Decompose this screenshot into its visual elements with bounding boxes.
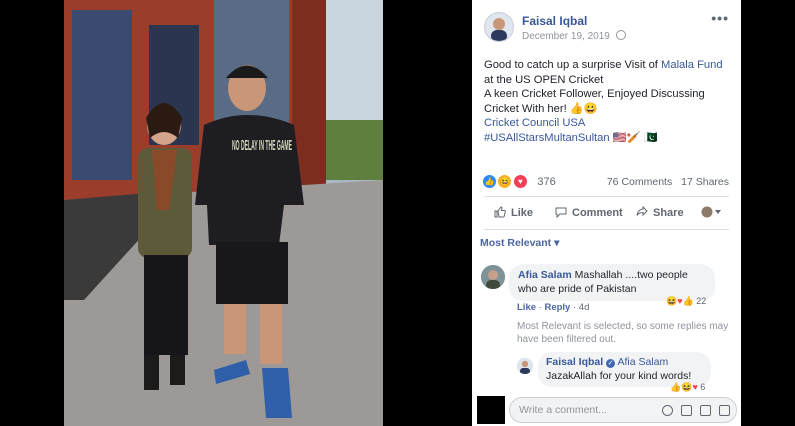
love-reaction-icon: ♥ bbox=[692, 382, 698, 392]
gif-icon[interactable] bbox=[700, 405, 711, 416]
haha-reaction-icon: 😆 bbox=[497, 174, 513, 190]
filter-note: Most Relevant is selected, so some repli… bbox=[517, 321, 729, 345]
post-meta: December 19, 2019 bbox=[522, 30, 626, 42]
malala-fund-link[interactable]: Malala Fund bbox=[661, 59, 723, 71]
divider bbox=[484, 196, 729, 197]
page-link[interactable]: Cricket Council USA bbox=[484, 117, 585, 129]
camera-icon[interactable] bbox=[681, 405, 692, 416]
reply-text: JazakAllah for your kind words! bbox=[546, 369, 692, 382]
reaction-summary[interactable]: 👍 😆 ♥ 376 bbox=[482, 173, 556, 190]
like-label: Like bbox=[511, 207, 534, 219]
comment-reaction-count: 22 bbox=[696, 296, 707, 306]
more-options-icon[interactable]: ••• bbox=[711, 10, 729, 26]
post-text-part: Good to catch up a surprise Visit of bbox=[484, 59, 662, 71]
post-panel: Faisal Iqbal December 19, 2019 ••• Good … bbox=[472, 0, 741, 426]
haha-reaction-icon: 😆 bbox=[666, 296, 678, 306]
thumbs-up-icon bbox=[494, 206, 506, 218]
haha-reaction-icon: 😆 bbox=[681, 382, 693, 392]
post-text-part: at the US OPEN Cricket bbox=[484, 73, 604, 86]
like-button[interactable]: Like bbox=[494, 203, 533, 223]
comment-input[interactable]: Write a comment... bbox=[509, 397, 737, 423]
like-reaction-icon: 👍 bbox=[482, 174, 497, 190]
comment-reply-link[interactable]: Reply bbox=[544, 302, 570, 313]
comment-button[interactable]: Comment bbox=[555, 203, 623, 223]
comment-count[interactable]: 76 Comments bbox=[607, 176, 672, 188]
post-header: Faisal Iqbal December 19, 2019 ••• bbox=[472, 0, 741, 50]
share-label: Share bbox=[653, 207, 684, 219]
flags: 🇺🇸🏏 🇵🇰 bbox=[612, 131, 658, 144]
share-icon bbox=[636, 206, 648, 217]
comment-reactions[interactable]: 😆♥👍 22 bbox=[666, 296, 706, 307]
like-reaction-icon: 👍 bbox=[682, 296, 694, 306]
post-photo[interactable]: NO DELAY IN THE GAME bbox=[64, 0, 383, 426]
avatar-chevron-icon bbox=[701, 206, 721, 218]
share-button[interactable]: Share bbox=[636, 203, 684, 223]
reaction-count[interactable]: 376 bbox=[537, 176, 555, 188]
emoji-icon[interactable] bbox=[662, 405, 673, 416]
comment-composer: Write a comment... bbox=[472, 394, 741, 426]
share-count[interactable]: 17 Shares bbox=[681, 176, 729, 188]
verified-icon: ✓ bbox=[606, 359, 616, 368]
post-stats: 76 Comments 17 Shares bbox=[601, 176, 729, 188]
audience-selector[interactable] bbox=[701, 203, 723, 223]
reply-reactions[interactable]: 👍😆♥ 6 bbox=[670, 382, 705, 393]
comment-like-link[interactable]: Like bbox=[517, 302, 536, 313]
sticker-icon[interactable] bbox=[719, 405, 730, 416]
reply-reaction-count: 6 bbox=[700, 382, 706, 392]
replier-name[interactable]: Faisal Iqbal bbox=[546, 356, 603, 368]
author-name[interactable]: Faisal Iqbal bbox=[522, 14, 587, 28]
divider bbox=[484, 229, 729, 230]
shirt-text: NO DELAY IN THE GAME bbox=[232, 137, 292, 154]
commenter-avatar[interactable] bbox=[481, 265, 505, 289]
composer-icons bbox=[654, 403, 730, 421]
current-user-avatar bbox=[477, 396, 505, 424]
author-avatar[interactable] bbox=[484, 12, 514, 42]
replier-avatar[interactable] bbox=[517, 358, 533, 374]
comment-time[interactable]: 4d bbox=[579, 302, 590, 313]
comment-label: Comment bbox=[572, 207, 623, 219]
comment-actions: Like · Reply · 4d bbox=[517, 302, 590, 313]
post-date[interactable]: December 19, 2019 bbox=[522, 31, 610, 42]
globe-icon bbox=[615, 30, 626, 40]
post-actions: Like Comment Share bbox=[472, 203, 741, 223]
comment-icon bbox=[555, 207, 567, 218]
like-reaction-icon: 👍 bbox=[670, 382, 682, 392]
post-text: Good to catch up a surprise Visit of Mal… bbox=[484, 58, 734, 145]
reply-tag[interactable]: Afia Salam bbox=[617, 356, 668, 368]
hashtag-link[interactable]: #USAllStarsMultanSultan bbox=[484, 132, 610, 144]
comments-filter[interactable]: Most Relevant ▾ bbox=[480, 237, 559, 249]
post-text-line: A keen Cricket Follower, Enjoyed Discuss… bbox=[484, 88, 705, 115]
commenter-name[interactable]: Afia Salam bbox=[518, 269, 572, 281]
love-reaction-icon: ♥ bbox=[512, 174, 528, 190]
comment-placeholder: Write a comment... bbox=[519, 404, 607, 416]
